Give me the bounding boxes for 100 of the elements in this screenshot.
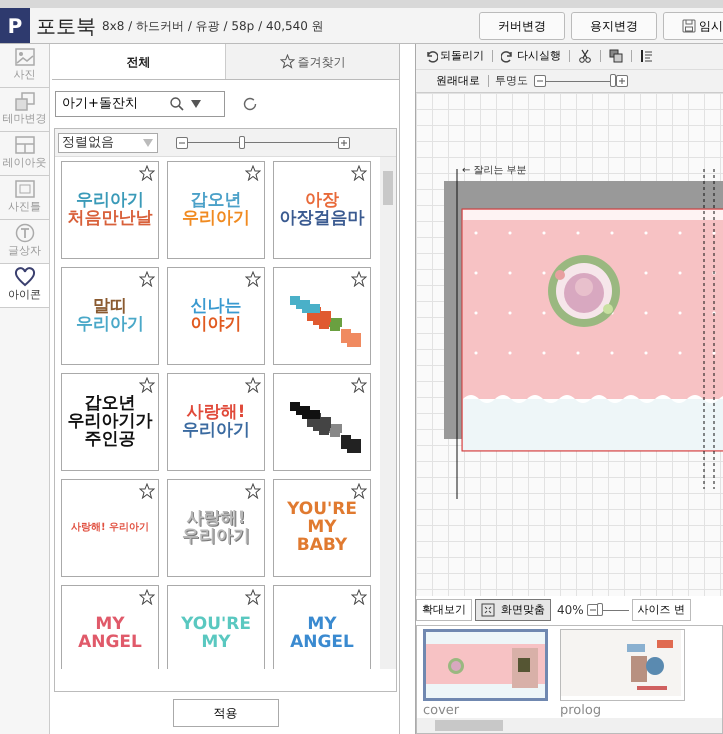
search-bar[interactable]: 아기+돌잔치 — [55, 91, 225, 117]
toolbar-button[interactable]: 되돌리기 — [422, 48, 486, 65]
sticker-text: 갑오년 — [190, 192, 242, 210]
star-icon[interactable] — [139, 377, 155, 393]
tab[interactable]: 즐겨찾기 — [225, 44, 399, 79]
zoom-button[interactable]: 화면맞춤 — [475, 599, 551, 622]
sticker-tile[interactable]: 말띠 우리아기 — [61, 267, 159, 365]
minus-button[interactable] — [586, 604, 599, 616]
text-icon — [14, 223, 36, 244]
star-icon[interactable] — [245, 271, 261, 287]
zoom-button[interactable]: 확대보기 — [416, 599, 472, 622]
copy-icon — [609, 49, 623, 64]
frame-icon — [14, 179, 36, 200]
star-icon[interactable] — [245, 377, 261, 393]
sticker-text: 사랑해! 우리아기 — [70, 522, 150, 534]
sticker-text: YOU'RE — [287, 501, 357, 520]
sticker-text: 우리아기 — [182, 422, 250, 440]
heart-icon — [14, 267, 36, 288]
logo: P — [0, 8, 30, 43]
dropdown-icon — [142, 138, 154, 148]
product-spec: 8x8 / 하드커버 / 유광 / 58p / 40,540 원 — [102, 18, 324, 34]
layers-icon — [14, 91, 36, 112]
star-icon[interactable] — [351, 271, 367, 287]
sticker-text: 주인공 — [84, 430, 136, 449]
reset-button[interactable]: 원래대로 — [434, 72, 482, 90]
sticker-text: ANGEL — [78, 634, 142, 652]
sticker-text: 말띠 — [93, 298, 127, 316]
cut-line-label: ← 잘리는 부분 — [462, 164, 527, 178]
fit-screen-icon — [481, 603, 495, 618]
star-icon[interactable] — [245, 589, 261, 605]
refresh-icon[interactable] — [243, 97, 257, 111]
slider-thumb[interactable] — [610, 74, 616, 88]
sticker-tile[interactable]: MY ANGEL — [273, 585, 371, 669]
header-button[interactable]: 임시 — [663, 12, 723, 40]
scissors-icon — [578, 49, 592, 64]
sticker-text: MY — [307, 519, 337, 537]
sticker-tile[interactable]: 갑오년 우리아기가 주인공 — [61, 373, 159, 471]
star-icon[interactable] — [139, 483, 155, 499]
star-icon[interactable] — [245, 165, 261, 181]
sticker-text: MY — [95, 616, 125, 634]
redo-icon — [501, 49, 515, 64]
sticker-tile[interactable]: 신나는 이야기 — [167, 267, 265, 365]
sticker-text: 아장 — [305, 192, 339, 210]
sticker-text: 사랑해! — [186, 404, 246, 422]
plus-button[interactable] — [616, 75, 628, 88]
header-button[interactable]: 커버변경 — [479, 12, 565, 40]
sticker-text: 갑오년 — [84, 395, 136, 414]
sticker-text: BABY — [296, 536, 348, 555]
sticker-text: 우리아기 — [76, 192, 144, 210]
star-icon[interactable] — [245, 483, 261, 499]
star-icon — [280, 54, 294, 69]
sticker-tile[interactable] — [273, 373, 371, 471]
sticker-text: 우리아기 — [182, 210, 250, 228]
layout-icon — [14, 135, 36, 156]
sticker-tile[interactable]: 사랑해! 우리아기 — [167, 373, 265, 471]
page-name: prolog — [560, 702, 602, 720]
star-icon[interactable] — [351, 483, 367, 499]
sticker-tile[interactable]: 우리아기 처음만난날 — [61, 161, 159, 259]
toolbar-button[interactable] — [607, 49, 625, 64]
star-icon[interactable] — [139, 271, 155, 287]
star-icon[interactable] — [351, 165, 367, 181]
search-icon — [170, 97, 184, 111]
image-icon — [14, 47, 36, 68]
sticker-tile[interactable] — [273, 267, 371, 365]
plus-icon — [339, 138, 349, 148]
align-icon — [640, 49, 654, 64]
star-icon[interactable] — [139, 165, 155, 181]
apply-button[interactable]: 적용 — [172, 699, 278, 727]
sticker-text: 처음만난날 — [68, 210, 152, 228]
sticker-text: 우리아기가 — [68, 413, 152, 431]
plus-button[interactable] — [338, 136, 350, 148]
size-button[interactable]: 사이즈 변 — [632, 599, 692, 622]
star-icon[interactable] — [351, 589, 367, 605]
sort-dropdown[interactable]: 정렬없음 — [58, 132, 158, 152]
minus-button[interactable] — [534, 75, 546, 88]
scrollbar[interactable] — [417, 718, 722, 733]
minus-button[interactable] — [176, 136, 188, 148]
slider-thumb[interactable] — [239, 136, 245, 148]
sidebar-item[interactable]: 아이콘 — [0, 264, 49, 308]
sticker-text: 우리아기 — [182, 528, 250, 546]
slider-thumb[interactable] — [597, 603, 604, 616]
star-icon[interactable] — [351, 377, 367, 393]
page-title: 포토북 — [36, 12, 96, 40]
sticker-text: YOU'RE — [181, 616, 251, 634]
search-field[interactable]: 아기+돌잔치 — [60, 93, 170, 115]
save-icon — [682, 18, 696, 32]
scrollbar[interactable] — [380, 157, 396, 669]
sticker-text: MY — [307, 616, 337, 634]
sticker-tile[interactable]: 사랑해! 우리아기 — [61, 479, 159, 577]
toolbar-button[interactable]: 다시실행 — [499, 48, 563, 65]
dropdown-icon — [190, 99, 202, 109]
page-name: cover — [423, 702, 460, 720]
star-icon[interactable] — [139, 589, 155, 605]
sticker-text: 신나는 — [190, 298, 242, 316]
sticker-text: 이야기 — [190, 316, 242, 334]
sticker-text: ANGEL — [290, 634, 354, 652]
sticker-tile[interactable]: 아장 아장걸음마 — [273, 161, 371, 259]
header-button[interactable]: 용지변경 — [571, 12, 657, 40]
sticker-tile[interactable]: MY ANGEL — [61, 585, 159, 669]
sticker-text: MY — [201, 634, 231, 652]
